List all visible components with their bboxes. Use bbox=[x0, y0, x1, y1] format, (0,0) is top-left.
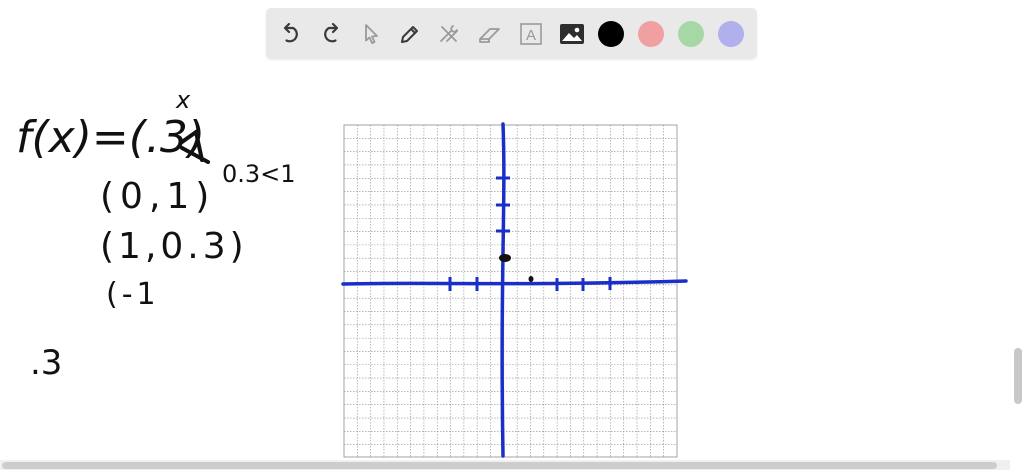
drawing-toolbar: A bbox=[266, 8, 757, 59]
color-swatch-black[interactable] bbox=[598, 21, 624, 47]
tools-icon bbox=[440, 25, 458, 42]
select-button[interactable] bbox=[354, 17, 388, 51]
color-swatch-pink[interactable] bbox=[638, 21, 664, 47]
image-button[interactable] bbox=[555, 17, 589, 51]
graph-grid bbox=[343, 124, 678, 458]
eraser-icon bbox=[479, 28, 500, 43]
grid-border bbox=[343, 124, 678, 458]
vertical-scrollbar[interactable] bbox=[1014, 348, 1022, 404]
y-axis-line bbox=[500, 122, 506, 458]
condition-label: 0.3<1 bbox=[222, 160, 296, 188]
drawing-canvas[interactable]: f(x)=(.3) x 0.3<1 (0,1) (1,0.3) (-1 .3 bbox=[0, 0, 1010, 460]
undo-icon bbox=[283, 22, 298, 43]
text-tool-glyph: A bbox=[526, 27, 536, 44]
select-pointer-icon bbox=[365, 24, 378, 44]
redo-icon bbox=[324, 22, 339, 43]
pen-icon bbox=[401, 26, 418, 43]
function-label: f(x)=(.3) bbox=[16, 112, 205, 163]
undo-button[interactable] bbox=[274, 17, 308, 51]
function-exponent: x bbox=[175, 86, 191, 114]
side-note-label: .3 bbox=[30, 343, 62, 383]
x-axis-line bbox=[341, 279, 688, 286]
horizontal-scrollbar-track bbox=[0, 460, 1010, 470]
color-swatch-green[interactable] bbox=[678, 21, 704, 47]
text-box-icon: A bbox=[520, 23, 542, 45]
color-swatch-lavender[interactable] bbox=[718, 21, 744, 47]
pen-button[interactable] bbox=[393, 17, 427, 51]
handwritten-notes: f(x)=(.3) x 0.3<1 (0,1) (1,0.3) (-1 .3 bbox=[16, 86, 296, 383]
whiteboard-stage[interactable]: f(x)=(.3) x 0.3<1 (0,1) (1,0.3) (-1 .3 A bbox=[0, 0, 1024, 470]
text-button[interactable]: A bbox=[514, 17, 548, 51]
eraser-button[interactable] bbox=[473, 17, 507, 51]
graph-axes bbox=[341, 122, 688, 458]
tools-button[interactable] bbox=[432, 17, 466, 51]
plotted-point-1-03 bbox=[528, 276, 534, 282]
point-one-label: (0,1) bbox=[100, 176, 215, 217]
point-three-label: (-1 bbox=[106, 277, 160, 312]
redo-button[interactable] bbox=[314, 17, 348, 51]
plotted-point-0-1 bbox=[499, 254, 511, 262]
horizontal-scrollbar[interactable] bbox=[2, 462, 997, 469]
point-two-label: (1,0.3) bbox=[100, 226, 248, 267]
image-icon bbox=[560, 24, 584, 44]
